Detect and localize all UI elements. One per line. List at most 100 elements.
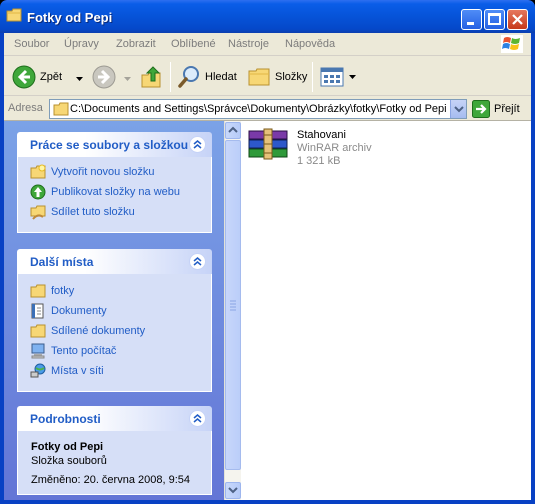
tasks-panel: Vytvořit novou složku Publikovat složky … xyxy=(17,157,212,233)
collapse-button[interactable] xyxy=(189,253,206,270)
menu-help[interactable]: Nápověda xyxy=(285,38,335,50)
place-my-computer[interactable]: Tento počítač xyxy=(30,342,116,360)
file-view[interactable]: Stahovani WinRAR archiv 1 321 kB xyxy=(241,121,531,500)
place-fotky[interactable]: fotky xyxy=(30,282,74,300)
toolbar: Zpět Hledat Složky xyxy=(4,56,531,96)
forward-button[interactable] xyxy=(92,64,116,90)
go-label: Přejít xyxy=(494,103,520,115)
chevron-down-icon xyxy=(454,106,464,113)
chevron-up-icon xyxy=(228,126,238,133)
chevron-up-icon xyxy=(193,414,202,423)
folders-label: Složky xyxy=(275,71,308,83)
details-panel-title: Podrobnosti xyxy=(30,412,101,426)
toolbar-separator xyxy=(170,62,171,92)
back-label: Zpět xyxy=(40,71,63,83)
menu-favorites[interactable]: Oblíbené xyxy=(171,38,216,50)
folders-icon xyxy=(248,68,270,86)
up-folder-button[interactable] xyxy=(140,64,164,90)
place-shared-documents[interactable]: Sdílené dokumenty xyxy=(30,322,145,340)
scroll-up-button[interactable] xyxy=(225,122,241,139)
views-button[interactable] xyxy=(320,64,356,90)
views-icon xyxy=(320,67,344,87)
search-label: Hledat xyxy=(205,71,237,83)
share-folder-icon xyxy=(30,205,46,220)
minimize-icon xyxy=(467,22,474,25)
file-type: WinRAR archiv xyxy=(297,142,372,154)
explorer-window: Fotky od Pepi Soubor Úpravy Zobrazit Obl… xyxy=(0,0,535,504)
task-publish-web[interactable]: Publikovat složky na webu xyxy=(30,183,180,201)
task-share-folder[interactable]: Sdílet tuto složku xyxy=(30,203,135,221)
task-label: Vytvořit novou složku xyxy=(51,166,155,178)
file-size: 1 321 kB xyxy=(297,155,341,167)
collapse-button[interactable] xyxy=(189,136,206,153)
go-button[interactable]: Přejít xyxy=(472,100,520,118)
maximize-button[interactable] xyxy=(484,9,505,30)
chevron-up-icon xyxy=(193,140,202,149)
details-panel-header[interactable]: Podrobnosti xyxy=(17,406,212,431)
place-label: Dokumenty xyxy=(51,305,107,317)
back-arrow-icon xyxy=(12,65,36,89)
back-button[interactable]: Zpět xyxy=(12,64,62,90)
task-new-folder[interactable]: Vytvořit novou složku xyxy=(30,163,155,181)
task-pane: Práce se soubory a složkou Vytvořit novo… xyxy=(4,121,224,500)
window-border-bottom xyxy=(0,500,535,504)
place-label: Tento počítač xyxy=(51,345,117,357)
menu-view[interactable]: Zobrazit xyxy=(116,38,156,50)
task-label: Publikovat složky na webu xyxy=(51,186,181,198)
grip-icon xyxy=(230,300,236,311)
menu-file[interactable]: Soubor xyxy=(14,38,49,50)
scroll-thumb[interactable] xyxy=(225,140,241,470)
maximize-icon xyxy=(488,13,501,25)
tasks-panel-header[interactable]: Práce se soubory a složkou xyxy=(17,132,212,157)
title-bar[interactable]: Fotky od Pepi xyxy=(0,0,535,33)
folders-button[interactable]: Složky xyxy=(247,64,307,90)
task-label: Sdílet tuto složku xyxy=(51,206,135,218)
place-label: fotky xyxy=(51,285,75,297)
menu-tools[interactable]: Nástroje xyxy=(228,38,269,50)
menu-edit[interactable]: Úpravy xyxy=(64,38,99,50)
forward-dropdown-icon[interactable] xyxy=(124,77,131,81)
place-network[interactable]: Místa v síti xyxy=(30,362,104,380)
menu-bar: Soubor Úpravy Zobrazit Oblíbené Nástroje… xyxy=(4,33,531,56)
search-button[interactable]: Hledat xyxy=(177,64,237,90)
go-arrow-icon xyxy=(472,100,490,118)
network-icon xyxy=(30,363,46,378)
winrar-archive-icon xyxy=(248,128,288,160)
folder-icon xyxy=(53,102,69,116)
close-icon xyxy=(512,14,523,25)
address-bar: Adresa C:\Documents and Settings\Správce… xyxy=(4,96,531,121)
new-folder-icon xyxy=(30,164,46,179)
documents-icon xyxy=(31,303,44,319)
details-panel: Fotky od Pepi Složka souborů Změněno: 20… xyxy=(17,431,212,495)
details-type: Složka souborů xyxy=(31,455,107,467)
chevron-up-icon xyxy=(193,257,202,266)
scroll-down-button[interactable] xyxy=(225,482,241,499)
computer-icon xyxy=(31,343,45,359)
place-label: Místa v síti xyxy=(51,365,104,377)
file-name: Stahovani xyxy=(297,129,346,141)
minimize-button[interactable] xyxy=(461,9,482,30)
folder-icon xyxy=(30,324,46,338)
back-dropdown-icon[interactable] xyxy=(76,77,83,81)
details-modified: Změněno: 20. června 2008, 9:54 xyxy=(31,474,190,486)
close-button[interactable] xyxy=(507,9,528,30)
folder-icon xyxy=(6,8,22,22)
file-item[interactable]: Stahovani WinRAR archiv 1 321 kB xyxy=(247,127,372,167)
address-dropdown-button[interactable] xyxy=(450,100,466,118)
places-panel-title: Další místa xyxy=(30,255,94,269)
place-documents[interactable]: Dokumenty xyxy=(30,302,107,320)
vertical-scrollbar[interactable] xyxy=(224,121,241,500)
tasks-panel-title: Práce se soubory a složkou xyxy=(30,138,189,152)
address-path: C:\Documents and Settings\Správce\Dokume… xyxy=(70,103,447,115)
up-folder-icon xyxy=(141,66,161,88)
collapse-button[interactable] xyxy=(189,410,206,427)
views-dropdown-icon xyxy=(349,75,356,79)
places-panel-header[interactable]: Další místa xyxy=(17,249,212,274)
place-label: Sdílené dokumenty xyxy=(51,325,146,337)
forward-arrow-icon xyxy=(92,65,116,89)
address-input[interactable]: C:\Documents and Settings\Správce\Dokume… xyxy=(49,99,467,119)
folder-icon xyxy=(30,284,46,298)
details-name: Fotky od Pepi xyxy=(31,441,104,453)
places-panel: fotky Dokumenty Sdílené dokumenty Tento … xyxy=(17,274,212,392)
windows-logo-icon xyxy=(501,35,523,53)
